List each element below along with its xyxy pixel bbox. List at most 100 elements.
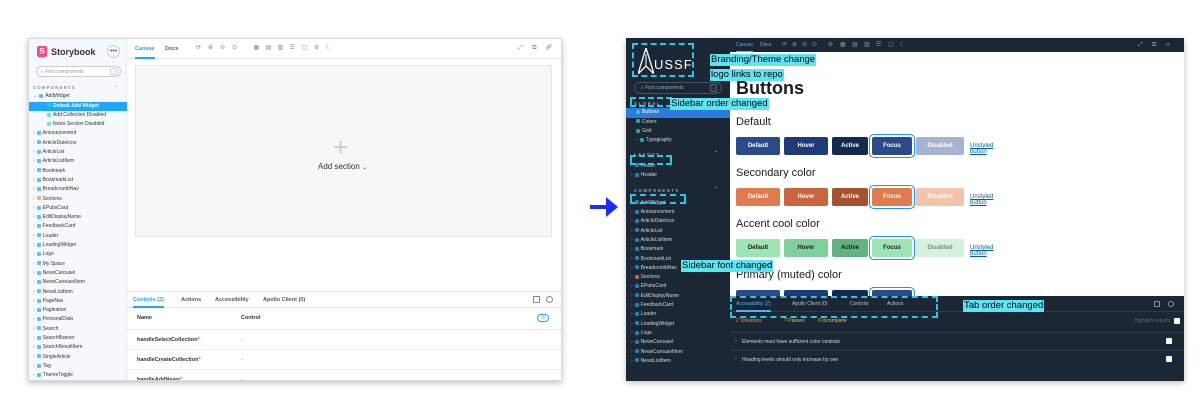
zoom-reset-icon[interactable]: ⊙ <box>812 42 817 48</box>
sidebar-item[interactable]: ⌄ AddWidget <box>29 92 127 101</box>
zoom-out-icon[interactable]: ⊖ <box>219 45 226 52</box>
sidebar-item[interactable]: › BreadcrumbNav <box>29 185 127 194</box>
sidebar-item[interactable]: › LoadingWidget <box>29 241 127 250</box>
new-tab-icon[interactable]: ⧉ <box>531 45 538 52</box>
demo-button[interactable]: Default <box>736 239 780 257</box>
measure-icon[interactable]: ☰ <box>289 45 296 52</box>
story-canvas[interactable]: Buttons Default Default Hover Active Focus Di… <box>730 52 1184 296</box>
link-icon[interactable]: ∞ <box>1166 42 1170 48</box>
sidebar-item[interactable]: › SearchBanner <box>29 334 127 343</box>
fullscreen-icon[interactable]: ⤢ <box>1138 42 1143 48</box>
theme-icon[interactable]: ☾ <box>325 45 332 52</box>
expand-icon[interactable]: ⌃ <box>713 150 720 159</box>
globe-icon[interactable]: ⊛ <box>828 42 833 48</box>
sidebar-item[interactable]: › ArticleList <box>626 227 730 236</box>
sidebar-item[interactable]: News Section Disabled <box>29 120 127 129</box>
reset-controls-icon[interactable]: ↺ <box>537 314 549 322</box>
a11y-row[interactable]: › Elements must have sufficient color co… <box>730 332 1184 350</box>
sidebar-item[interactable]: › ArticleListItem <box>626 236 730 245</box>
demo-button[interactable]: Hover <box>784 137 828 155</box>
storybook-logo[interactable]: S Storybook <box>37 46 96 57</box>
demo-button[interactable]: Active <box>832 188 868 206</box>
zoom-in-icon[interactable]: ⊕ <box>792 42 797 48</box>
highlight-checkbox[interactable] <box>1174 318 1180 324</box>
reload-icon[interactable]: ⟳ <box>195 45 202 52</box>
sidebar-item[interactable]: › NewsListItem <box>626 357 730 366</box>
sidebar-item[interactable]: › Logo <box>29 250 127 259</box>
sidebar-item[interactable]: › FeedbackCard <box>626 301 730 310</box>
globe-icon[interactable]: ⊛ <box>313 45 320 52</box>
zoom-out-icon[interactable]: ⊖ <box>802 42 807 48</box>
panel-layout-icon[interactable] <box>533 296 540 303</box>
outline-icon[interactable]: ▢ <box>888 42 894 48</box>
panel-layout-icon[interactable] <box>1154 301 1160 307</box>
menu-icon[interactable]: ••• <box>107 45 120 58</box>
sidebar-item[interactable]: › ArticleDateIcon <box>29 139 127 148</box>
demo-button[interactable]: Disabled <box>916 239 964 257</box>
sidebar-item[interactable]: › Bookmark <box>626 245 730 254</box>
sidebar-item[interactable]: › Sections <box>626 273 730 282</box>
background-icon[interactable]: ▤ <box>265 45 272 52</box>
sidebar-item[interactable]: › PersonalData <box>29 315 127 324</box>
sidebar-item[interactable]: › My Space <box>29 260 127 269</box>
link-icon[interactable]: 🔗︎ <box>545 45 553 52</box>
new-tab-icon[interactable]: ⧉ <box>1152 42 1156 48</box>
tab-canvas[interactable]: Canvas <box>135 39 155 59</box>
tab-canvas[interactable]: Canvas <box>736 38 753 52</box>
sidebar-item[interactable]: › Search <box>29 325 127 334</box>
a11y-row[interactable]: › Heading levels should only increase by… <box>730 350 1184 368</box>
demo-button[interactable]: Focus <box>872 188 912 206</box>
sidebar-item[interactable]: › NewsListItem <box>29 288 127 297</box>
zoom-reset-icon[interactable]: ⊙ <box>231 45 238 52</box>
measure-icon[interactable]: ☰ <box>876 42 881 48</box>
theme-icon[interactable]: ☾ <box>900 42 905 48</box>
unstyled-button[interactable]: Unstyled button <box>970 245 993 257</box>
sidebar-item[interactable]: › Typography <box>626 136 730 145</box>
sidebar-item[interactable]: › NewsCarouselItem <box>626 348 730 357</box>
demo-button[interactable]: Hover <box>784 239 828 257</box>
demo-button[interactable]: Disabled <box>916 188 964 206</box>
close-panel-icon[interactable] <box>546 296 553 303</box>
sidebar-item[interactable]: › SingleArticle <box>29 353 127 362</box>
sidebar-item[interactable]: › Announcement <box>29 129 127 138</box>
tab-docs[interactable]: Docs <box>760 38 771 52</box>
sidebar-item[interactable]: › BookmarkList <box>29 176 127 185</box>
sidebar-item[interactable]: › ArticleListItem <box>29 157 127 166</box>
demo-button[interactable]: Active <box>832 137 868 155</box>
sidebar-item[interactable]: › Loader <box>626 310 730 319</box>
demo-button[interactable]: Focus <box>872 239 912 257</box>
sidebar-item[interactable]: Grid <box>626 127 730 136</box>
tab-controls[interactable]: Controls (2) <box>133 292 164 308</box>
sidebar-item[interactable]: › EditDisplayName <box>626 292 730 301</box>
sidebar-item[interactable]: › PageNav <box>29 297 127 306</box>
tab-apollo-client[interactable]: Apollo Client (0) <box>263 292 305 308</box>
sidebar-item[interactable]: › SearchResultItem <box>29 343 127 352</box>
tab-docs[interactable]: Docs <box>165 39 178 59</box>
demo-button[interactable]: Default <box>736 188 780 206</box>
demo-button[interactable]: Active <box>832 239 868 257</box>
sidebar-item[interactable]: › NewsCarouselItem <box>29 278 127 287</box>
tab-accessibility[interactable]: Accessibility <box>215 292 249 308</box>
demo-button[interactable]: Focus <box>872 137 912 155</box>
story-canvas[interactable]: + Add section ⌄ <box>135 65 552 237</box>
unstyled-button[interactable]: Unstyled button <box>970 194 993 206</box>
sidebar-item[interactable]: › ArticleDateIcon <box>626 217 730 226</box>
sidebar-item[interactable]: › Logo <box>626 329 730 338</box>
sidebar-item[interactable]: › FeedbackCard <box>29 222 127 231</box>
sidebar-item[interactable]: › NewsCarousel <box>29 269 127 278</box>
demo-button[interactable]: Hover <box>784 188 828 206</box>
sidebar-header[interactable]: COMPONENTS ⌃ <box>29 83 127 92</box>
sidebar-item[interactable]: › Announcement <box>626 208 730 217</box>
fullscreen-icon[interactable]: ⤢ <box>517 45 524 52</box>
tab-passes[interactable]: 7 Passes <box>784 318 805 324</box>
row-checkbox[interactable] <box>1166 338 1172 344</box>
sidebar-item[interactable]: › Tag <box>29 362 127 371</box>
viewport-icon[interactable]: ▥ <box>277 45 284 52</box>
grid-icon[interactable]: ▦ <box>253 45 260 52</box>
search-input[interactable]: ⌕ Find components / <box>634 82 722 94</box>
sidebar-item[interactable]: › Pagination <box>29 306 127 315</box>
close-panel-icon[interactable] <box>1168 301 1174 307</box>
sidebar-item[interactable]: › EditDisplayName <box>29 213 127 222</box>
sidebar-item[interactable]: › EPubsCard <box>29 204 127 213</box>
sidebar-item[interactable]: › Loader <box>29 232 127 241</box>
